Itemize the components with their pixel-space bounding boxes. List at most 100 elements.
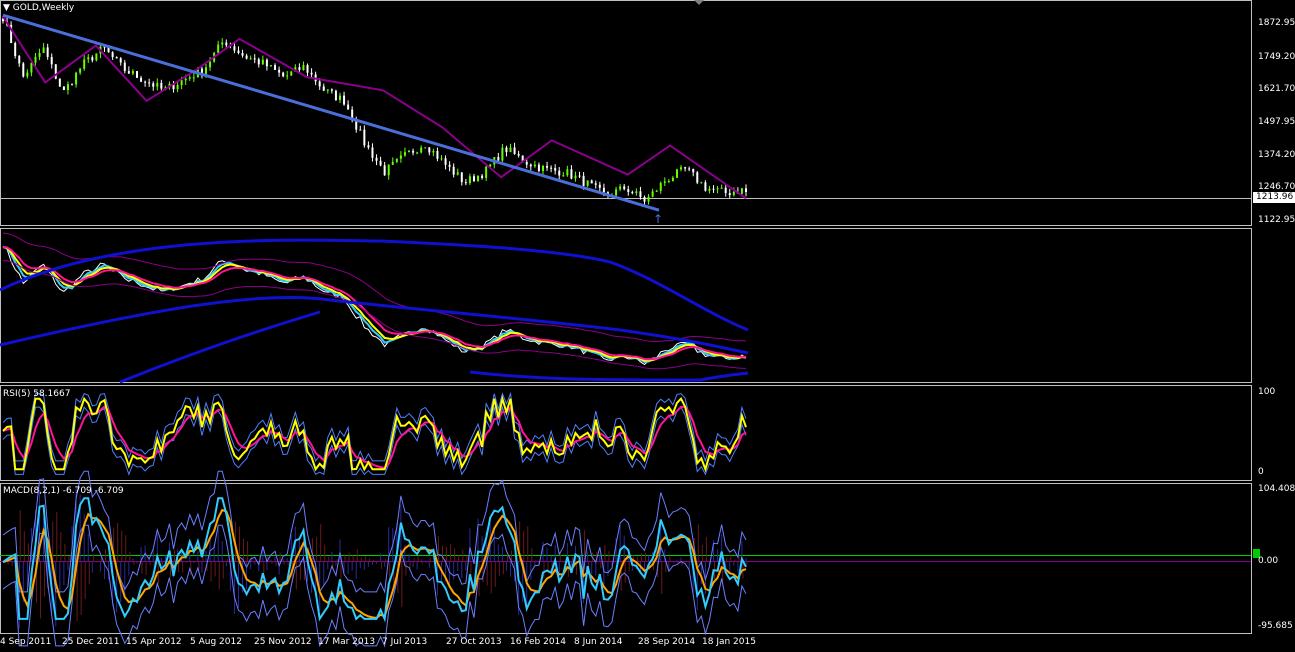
candle-body — [663, 181, 666, 183]
candle-body — [261, 59, 264, 65]
date-tick: 18 Jan 2015 — [702, 637, 756, 647]
candle-body — [269, 65, 272, 67]
candle-body — [286, 75, 289, 77]
candle-body — [692, 169, 695, 173]
candle-body — [135, 71, 138, 78]
candle-body — [298, 67, 301, 71]
macd-panel[interactable] — [0, 470, 1251, 648]
candle-body — [241, 52, 244, 56]
candle-body — [326, 89, 329, 91]
candle-body — [334, 90, 337, 100]
candle-body — [635, 191, 638, 194]
candle-body — [712, 188, 715, 190]
candle-body — [505, 147, 508, 153]
candle-body — [472, 176, 475, 182]
candle-body — [144, 81, 147, 83]
chart-title-text: GOLD,Weekly — [12, 3, 75, 13]
candle-body — [290, 71, 293, 76]
candle-body — [655, 190, 658, 192]
candle-body — [347, 104, 350, 110]
candle-body — [464, 182, 467, 184]
candle-body — [375, 157, 378, 161]
candle-body — [525, 161, 528, 165]
macd-tick-mid: 0.00 — [1258, 556, 1279, 566]
candle-body — [728, 193, 731, 196]
candle-body — [253, 58, 256, 60]
candle-body — [249, 58, 252, 60]
candle-body — [619, 186, 622, 190]
candle-body — [566, 169, 569, 176]
rsi-panel[interactable] — [2, 391, 747, 476]
candle-body — [529, 164, 532, 167]
candle-body — [639, 191, 642, 198]
candle-body — [501, 147, 504, 161]
candle-body — [509, 147, 512, 153]
candle-body — [481, 175, 484, 179]
candle-body — [257, 59, 260, 65]
candle-body — [83, 59, 86, 69]
candle-body — [42, 47, 45, 53]
candle-body — [188, 77, 191, 79]
current-price-tag: 1213.96 — [1253, 192, 1295, 203]
date-tick: 28 Sep 2014 — [638, 637, 696, 647]
candle-body — [631, 192, 634, 194]
candle-body — [696, 172, 699, 183]
candle-body — [436, 150, 439, 159]
candle-body — [513, 147, 516, 154]
dropdown-triangle-icon[interactable]: ▼ — [3, 3, 10, 13]
candle-body — [115, 57, 118, 59]
price-tick: 1122.95 — [1258, 215, 1295, 225]
price-tick: 1872.95 — [1258, 18, 1295, 28]
candle-body — [371, 147, 374, 158]
date-tick: 27 Oct 2013 — [446, 637, 502, 647]
macd-signal-line — [2, 508, 747, 620]
rsi-tick-top: 100 — [1258, 387, 1276, 397]
candle-body — [688, 168, 691, 170]
candle-body — [22, 63, 25, 77]
candle-body — [403, 152, 406, 156]
candle-body — [485, 166, 488, 179]
candle-body — [119, 58, 122, 63]
candle-body — [448, 164, 451, 167]
band-upper-thin — [2, 232, 747, 343]
candle-body — [302, 65, 305, 71]
candle-body — [517, 153, 520, 156]
candle-body — [432, 150, 435, 153]
candle-body — [533, 164, 536, 167]
candle-body — [237, 50, 240, 53]
candle-body — [367, 145, 370, 148]
band-lower-thin — [2, 260, 747, 370]
candle-body — [444, 158, 447, 165]
candle-body — [428, 147, 431, 153]
rsi-line — [2, 394, 747, 473]
chart-canvas[interactable]: ↑ — [0, 0, 1295, 652]
candle-body — [408, 150, 411, 153]
candle-body — [627, 189, 630, 193]
candle-body — [131, 71, 134, 74]
candle-body — [537, 164, 540, 171]
candle-body — [343, 95, 346, 105]
panel-frames — [0, 0, 1252, 634]
candle-body — [615, 189, 618, 196]
candle-body — [740, 188, 743, 194]
candle-body — [14, 42, 17, 56]
price-panel[interactable]: ↑ — [2, 13, 747, 226]
candle-body — [338, 95, 341, 100]
candle-body — [156, 82, 159, 87]
candle-body — [452, 166, 455, 175]
date-tick: 16 Feb 2014 — [510, 637, 567, 647]
scroll-marker[interactable] — [694, 0, 704, 5]
band-slow-line — [2, 245, 747, 361]
date-tick: 8 Jun 2014 — [574, 637, 623, 647]
candle-body — [71, 84, 74, 86]
candle-body — [704, 182, 707, 191]
candle-body — [590, 180, 593, 184]
bands-panel[interactable] — [0, 232, 749, 384]
candle-body — [152, 83, 155, 87]
price-tick: 1246.70 — [1258, 182, 1295, 192]
candle-body — [643, 197, 646, 202]
candle-body — [95, 53, 98, 61]
candle-body — [58, 78, 61, 87]
date-tick: 7 Jul 2013 — [382, 637, 428, 647]
candle-body — [732, 191, 735, 196]
